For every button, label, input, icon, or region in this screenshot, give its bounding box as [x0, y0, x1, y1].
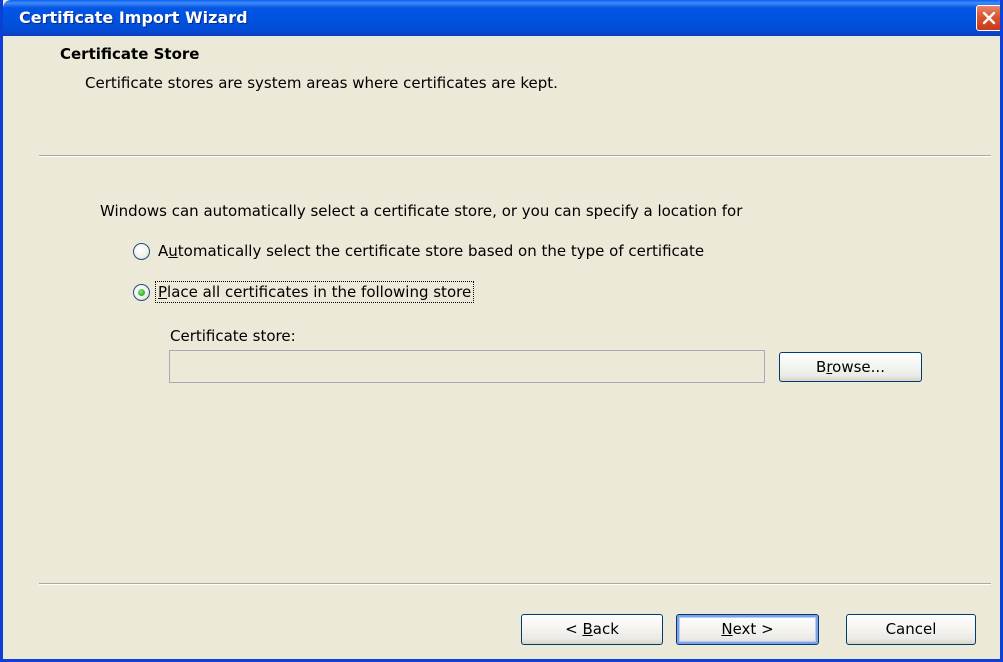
radio-selected-dot — [138, 289, 145, 296]
back-button[interactable]: < Back — [521, 614, 663, 645]
radio-label-place-all[interactable]: Place all certificates in the following … — [154, 281, 475, 303]
window-title: Certificate Import Wizard — [19, 8, 248, 27]
page-title: Certificate Store — [60, 45, 200, 63]
certificate-store-field[interactable] — [169, 350, 765, 383]
next-button[interactable]: Next > — [676, 614, 819, 645]
intro-text: Windows can automatically select a certi… — [100, 202, 743, 220]
footer-divider — [39, 583, 991, 585]
header-divider — [39, 155, 991, 157]
page-subtitle: Certificate stores are system areas wher… — [85, 74, 558, 92]
cancel-button[interactable]: Cancel — [846, 614, 976, 645]
certificate-store-label: Certificate store: — [170, 327, 296, 345]
certificate-import-wizard-window: Certificate Import Wizard Certificate St… — [0, 0, 1003, 662]
browse-button[interactable]: Browse... — [779, 352, 922, 382]
title-bar[interactable]: Certificate Import Wizard — [3, 0, 1000, 36]
radio-button-automatic[interactable] — [133, 243, 150, 260]
radio-button-place-all[interactable] — [133, 284, 150, 301]
close-button[interactable] — [976, 5, 1000, 31]
close-x-icon — [982, 11, 996, 25]
radio-label-automatic[interactable]: Automatically select the certificate sto… — [156, 241, 706, 261]
